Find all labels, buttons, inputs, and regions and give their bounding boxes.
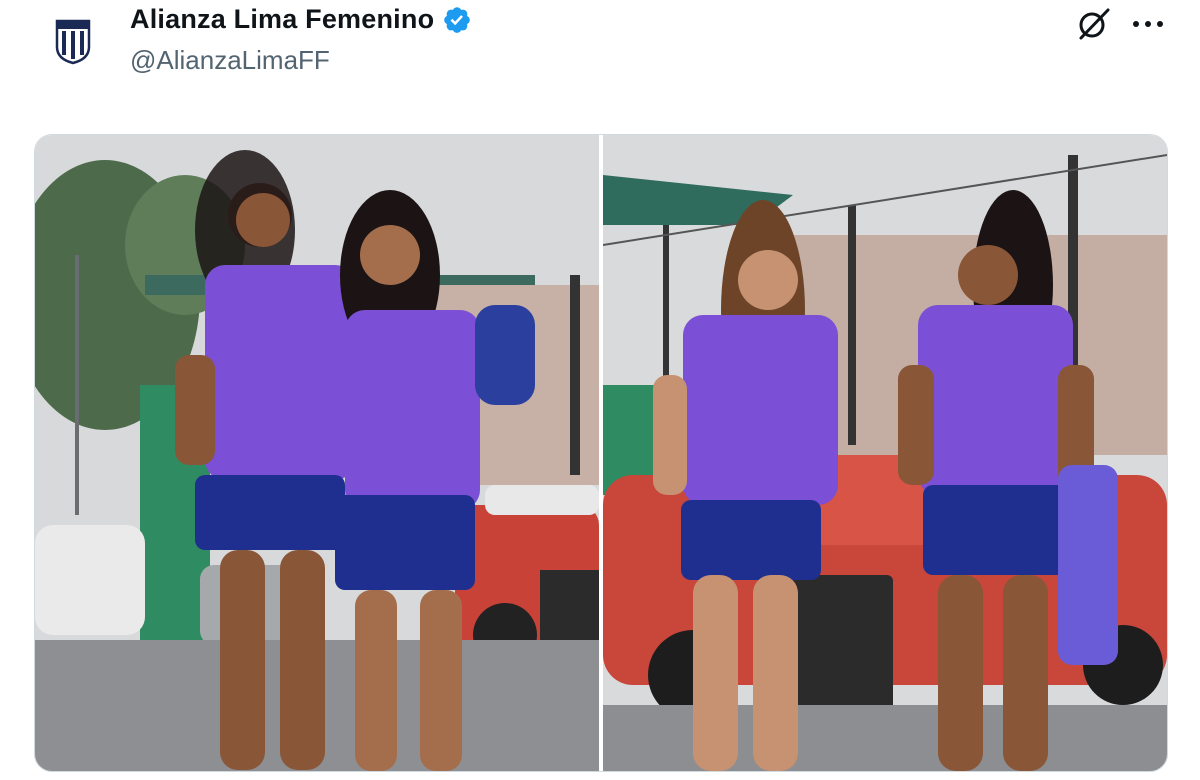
author-display-name[interactable]: Alianza Lima Femenino [130,4,434,35]
more-options-button[interactable] [1128,4,1168,44]
alianza-lima-crest-icon [55,19,91,65]
more-options-icon [1133,21,1163,27]
verified-badge-icon [444,6,471,33]
tweet-photo-2[interactable] [603,135,1167,771]
tweet-photo-1[interactable] [35,135,599,771]
tweet-media-grid [34,134,1168,772]
grok-icon [1079,8,1110,40]
author-handle[interactable]: @AlianzaLimaFF [130,45,330,76]
photo-1 [35,135,599,771]
photo-2 [603,135,1167,771]
author-name-row[interactable]: Alianza Lima Femenino [130,4,472,35]
grok-button[interactable] [1074,4,1114,44]
avatar[interactable] [40,8,106,74]
